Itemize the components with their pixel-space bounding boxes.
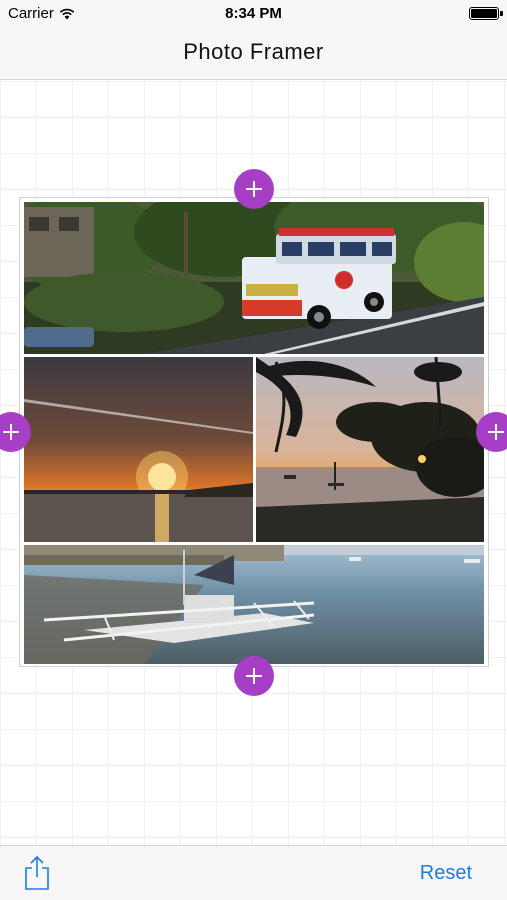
sunset-photo[interactable] bbox=[24, 357, 253, 542]
share-icon bbox=[25, 855, 49, 890]
plus-icon bbox=[246, 668, 262, 684]
photo-frame bbox=[19, 197, 489, 667]
share-button[interactable] bbox=[22, 855, 52, 891]
plus-icon bbox=[246, 181, 262, 197]
status-time: 8:34 PM bbox=[225, 5, 282, 22]
bottom-toolbar: Reset bbox=[0, 845, 507, 900]
add-photo-bottom-button[interactable] bbox=[234, 656, 274, 696]
page-title: Photo Framer bbox=[183, 39, 324, 64]
plus-icon bbox=[3, 424, 19, 440]
plus-icon bbox=[488, 424, 504, 440]
status-bar: Carrier 8:34 PM bbox=[0, 0, 507, 28]
outrigger-boat-photo[interactable] bbox=[24, 545, 484, 664]
battery-tip bbox=[500, 11, 503, 16]
navigation-bar: Photo Framer bbox=[0, 28, 507, 80]
jeepney-photo[interactable] bbox=[24, 202, 484, 354]
palm-sunset-photo[interactable] bbox=[256, 357, 484, 542]
reset-button[interactable]: Reset bbox=[420, 862, 472, 885]
add-photo-top-button[interactable] bbox=[234, 169, 274, 209]
battery-icon bbox=[469, 7, 499, 20]
